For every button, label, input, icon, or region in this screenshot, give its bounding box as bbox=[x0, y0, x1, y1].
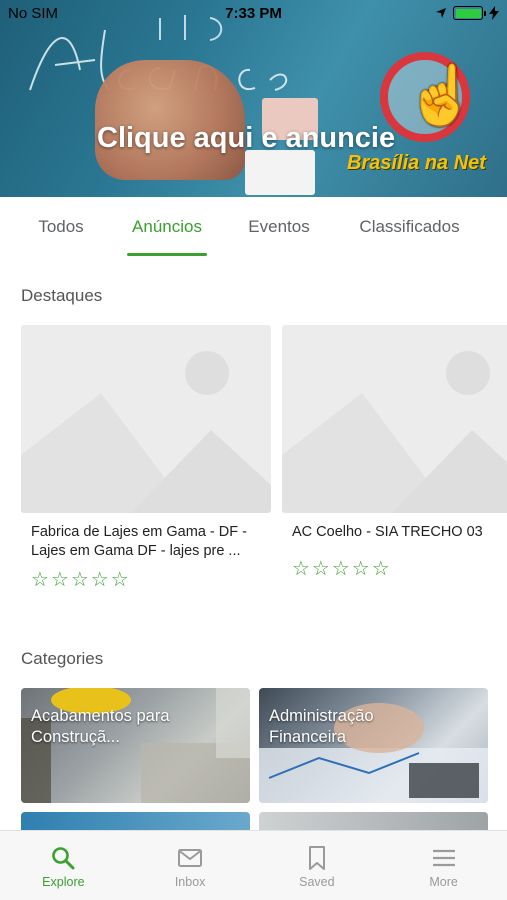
status-icons bbox=[435, 6, 499, 20]
category-label: Administração Financeira bbox=[269, 707, 374, 746]
tab-todos[interactable]: Todos bbox=[35, 197, 87, 259]
bookmark-icon bbox=[308, 846, 325, 870]
search-icon bbox=[52, 847, 75, 870]
tab-bar: Todos Anúncios Eventos Classificados bbox=[0, 197, 507, 259]
nav-explore[interactable]: Explore bbox=[0, 831, 127, 900]
featured-section-title: Destaques bbox=[21, 286, 103, 305]
battery-icon bbox=[453, 6, 486, 20]
category-label: Acabamentos para Construçã... bbox=[31, 707, 170, 746]
category-tile-administracao[interactable]: Administração Financeira bbox=[259, 688, 488, 803]
nav-label: Inbox bbox=[174, 875, 206, 889]
placeholder-image bbox=[282, 325, 507, 513]
placeholder-image bbox=[21, 325, 271, 513]
nav-label: Explore bbox=[42, 875, 85, 889]
tab-anuncios[interactable]: Anúncios bbox=[127, 197, 207, 259]
menu-icon bbox=[432, 849, 455, 867]
charging-icon bbox=[489, 6, 499, 20]
clock: 7:33 PM bbox=[225, 5, 282, 22]
featured-card-title: Fabrica de Lajes em Gama - DF - Lajes em… bbox=[31, 524, 247, 559]
category-tile-acabamentos[interactable]: Acabamentos para Construçã... bbox=[21, 688, 250, 803]
nav-label: More bbox=[429, 875, 458, 889]
rating-stars: ☆☆☆☆☆ bbox=[292, 558, 392, 580]
banner-title: Clique aqui e anuncie bbox=[97, 122, 396, 154]
hand-illustration bbox=[95, 60, 245, 180]
nav-inbox[interactable]: Inbox bbox=[127, 831, 254, 900]
location-icon bbox=[436, 8, 446, 18]
tab-classificados[interactable]: Classificados bbox=[352, 197, 467, 259]
categories-section-title: Categories bbox=[21, 649, 104, 668]
active-tab-indicator bbox=[127, 253, 207, 256]
featured-card-title: AC Coelho - SIA TRECHO 03 bbox=[292, 524, 483, 540]
form-card-illustration bbox=[245, 150, 315, 195]
tab-eventos[interactable]: Eventos bbox=[245, 197, 313, 259]
featured-card[interactable]: Fabrica de Lajes em Gama - DF - Lajes em… bbox=[21, 325, 271, 592]
pointer-hand-icon: ☝ bbox=[405, 63, 478, 128]
bottom-navigation: Explore Inbox Saved More bbox=[0, 830, 507, 900]
status-bar: No SIM 7:33 PM bbox=[0, 0, 507, 28]
featured-card[interactable]: AC Coelho - SIA TRECHO 03 ☆☆☆☆☆ bbox=[282, 325, 507, 581]
app-screen: ☝ Clique aqui e anuncie Brasília na Net … bbox=[0, 0, 507, 900]
nav-saved[interactable]: Saved bbox=[254, 831, 381, 900]
nav-more[interactable]: More bbox=[380, 831, 507, 900]
rating-stars: ☆☆☆☆☆ bbox=[31, 569, 131, 591]
mail-icon bbox=[178, 849, 203, 867]
banner-brand: Brasília na Net bbox=[347, 152, 486, 174]
nav-label: Saved bbox=[299, 875, 335, 889]
promo-banner[interactable]: ☝ Clique aqui e anuncie Brasília na Net bbox=[0, 0, 507, 197]
